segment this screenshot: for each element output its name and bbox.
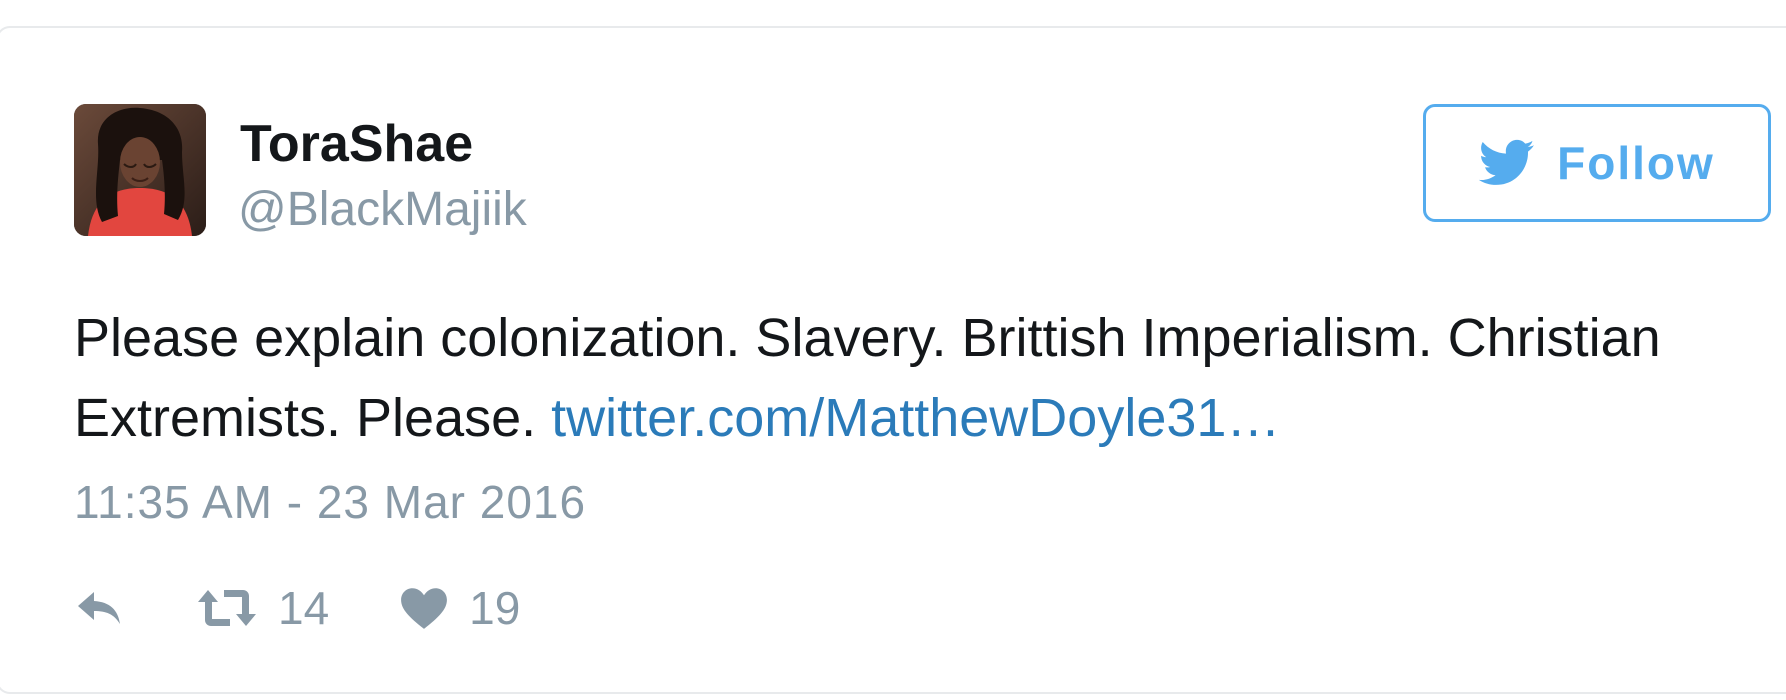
retweet-count: 14 (278, 582, 330, 634)
retweet-icon (198, 590, 256, 626)
tweet-timestamp[interactable]: 11:35 AM - 23 Mar 2016 (74, 472, 586, 532)
tweet-text-line-2: Extremists. Please. twitter.com/MatthewD… (74, 378, 1786, 458)
tweet-link[interactable]: twitter.com/MatthewDoyle31… (551, 388, 1280, 448)
follow-button-label: Follow (1557, 137, 1715, 189)
like-button[interactable]: 19 (399, 578, 520, 638)
author-display-name[interactable]: ToraShae (240, 112, 473, 176)
twitter-bird-icon (1479, 139, 1535, 185)
heart-icon (401, 588, 448, 629)
tweet-text-line-1: Please explain colonization. Slavery. Br… (74, 308, 1661, 368)
like-count: 19 (469, 582, 521, 634)
user-avatar-photo-icon (74, 104, 206, 236)
follow-button[interactable]: Follow (1423, 104, 1771, 222)
reply-icon (78, 592, 120, 624)
avatar[interactable] (74, 104, 206, 236)
tweet-text-line-2-prefix: Extremists. Please. (74, 388, 537, 448)
reply-button[interactable] (74, 586, 126, 630)
tweet-actions: 14 19 (74, 572, 590, 644)
author-handle[interactable]: @BlackMajiik (238, 180, 527, 240)
tweet-text: Please explain colonization. Slavery. Br… (74, 298, 1786, 458)
retweet-button[interactable]: 14 (196, 578, 329, 638)
